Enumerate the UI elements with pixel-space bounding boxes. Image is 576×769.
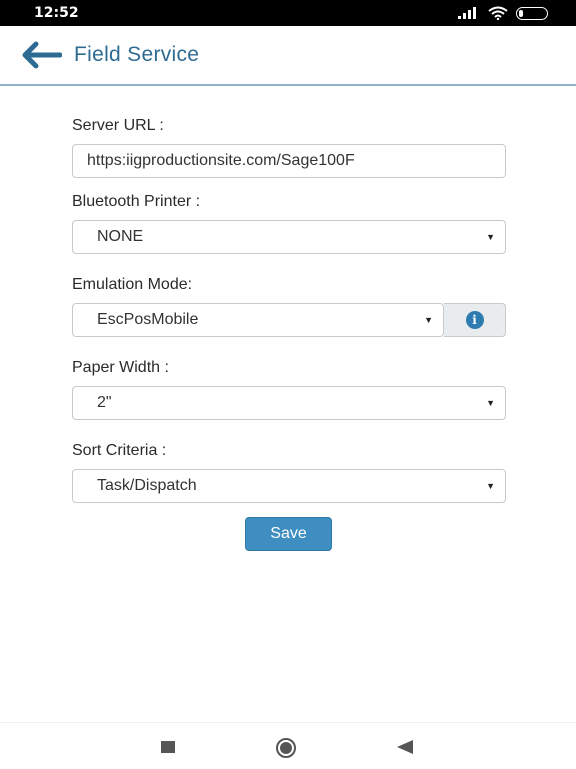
server-url-input[interactable] [72,144,506,178]
app-header: Field Service [0,26,576,86]
battery-fill [519,9,524,17]
chevron-down-icon: ▼ [486,232,495,242]
status-time: 12:52 [34,5,79,21]
arrow-left-icon [22,41,62,69]
paper-width-group: Paper Width : 2" ▼ [72,358,506,420]
battery-label: 14 [526,8,538,18]
sort-criteria-group: Sort Criteria : Task/Dispatch ▼ [72,441,506,503]
back-triangle-icon[interactable] [397,740,413,754]
status-bar: 12:52 14 [0,0,576,26]
bluetooth-printer-select[interactable]: NONE ▼ [72,220,506,254]
server-url-group: Server URL : [72,116,506,178]
paper-width-select[interactable]: 2" ▼ [72,386,506,420]
save-button[interactable]: Save [245,517,332,551]
chevron-down-icon: ▼ [486,398,495,408]
page-title: Field Service [74,43,200,66]
bluetooth-printer-label: Bluetooth Printer : [72,193,201,210]
system-nav-bar [0,722,576,769]
emulation-info-button[interactable]: i [444,303,506,337]
emulation-mode-value: EscPosMobile [97,311,199,328]
emulation-mode-select[interactable]: EscPosMobile ▼ [72,303,444,337]
chevron-down-icon: ▼ [486,481,495,491]
bluetooth-printer-value: NONE [97,228,144,245]
emulation-mode-group: Emulation Mode: EscPosMobile ▼ i [72,275,506,337]
sort-criteria-value: Task/Dispatch [97,477,197,494]
paper-width-label: Paper Width : [72,359,169,376]
paper-width-value: 2" [97,394,112,411]
home-circle-icon[interactable] [276,738,296,758]
recents-square-icon[interactable] [161,741,175,753]
emulation-mode-label: Emulation Mode: [72,276,193,293]
info-icon: i [465,311,484,329]
home-dot [280,742,292,754]
wifi-icon [488,6,508,20]
sort-criteria-select[interactable]: Task/Dispatch ▼ [72,469,506,503]
battery-icon: 14 [516,6,548,20]
bluetooth-printer-group: Bluetooth Printer : NONE ▼ [72,192,506,254]
server-url-label: Server URL : [72,117,164,134]
status-icons: 14 [458,6,548,20]
signal-icon [458,7,476,19]
sort-criteria-label: Sort Criteria : [72,442,167,459]
back-button[interactable] [20,35,68,75]
chevron-down-icon: ▼ [424,315,433,325]
